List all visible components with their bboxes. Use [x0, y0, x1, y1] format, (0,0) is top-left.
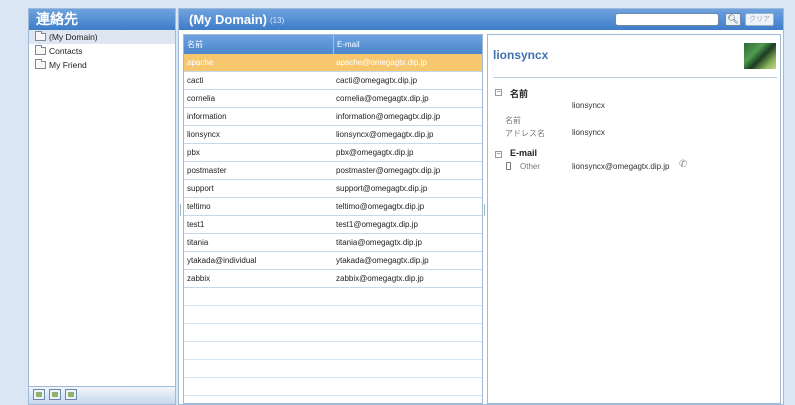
list-header: 名前 E-mail	[184, 35, 482, 54]
search-icon: 🔍︎	[727, 14, 739, 24]
table-row[interactable]: zabbix zabbix@omegagtx.dip.jp	[184, 270, 482, 288]
search-input[interactable]	[615, 13, 719, 26]
table-row[interactable]: pbx pbx@omegagtx.dip.jp	[184, 144, 482, 162]
contact-email-cell: lionsyncx@omegagtx.dip.jp	[336, 130, 434, 139]
table-row[interactable]: cacti cacti@omegagtx.dip.jp	[184, 72, 482, 90]
folder-item-label: Contacts	[49, 46, 83, 56]
table-row[interactable]: postmaster postmaster@omegagtx.dip.jp	[184, 162, 482, 180]
contact-email-cell: ytakada@omegagtx.dip.jp	[336, 256, 429, 265]
contact-detail: lionsyncx − 名前 lionsyncx 名前 アドレス名 lionsy…	[487, 34, 781, 404]
detail-contact-name: lionsyncx	[493, 48, 549, 62]
contact-name-cell: titania	[187, 238, 209, 247]
collapse-name-section-icon[interactable]: −	[495, 89, 502, 96]
contact-name-cell: apache	[187, 58, 214, 67]
right-splitter[interactable]	[483, 34, 486, 404]
table-row[interactable]: lionsyncx lionsyncx@omegagtx.dip.jp	[184, 126, 482, 144]
email-value[interactable]: lionsyncx@omegagtx.dip.jp	[572, 162, 670, 171]
address-name-label: アドレス名	[505, 129, 545, 138]
mobile-icon	[506, 162, 511, 170]
table-row[interactable]: titania titania@omegagtx.dip.jp	[184, 234, 482, 252]
left-splitter[interactable]	[179, 34, 182, 404]
address-name-value: lionsyncx	[572, 128, 605, 137]
contact-name-cell: ytakada@individual	[187, 256, 257, 265]
page-title: (My Domain)	[189, 12, 267, 27]
contact-email-cell: postmaster@omegagtx.dip.jp	[336, 166, 441, 175]
folder-toolbar	[29, 386, 175, 404]
folder-icon	[35, 45, 46, 55]
contact-photo	[744, 43, 776, 69]
email-section-title: E-mail	[510, 148, 538, 158]
table-row[interactable]: apache apache@omegagtx.dip.jp	[184, 54, 482, 72]
folder-item-label: (My Domain)	[49, 32, 98, 42]
search-button[interactable]: 🔍︎	[725, 13, 741, 26]
empty-row	[184, 306, 482, 324]
contact-email-cell: cacti@omegagtx.dip.jp	[336, 76, 418, 85]
contact-email-cell: titania@omegagtx.dip.jp	[336, 238, 422, 247]
contact-name-cell: cornelia	[187, 94, 216, 103]
contact-email-cell: pbx@omegagtx.dip.jp	[336, 148, 414, 157]
empty-row	[184, 360, 482, 378]
contact-email-cell: support@omegagtx.dip.jp	[336, 184, 428, 193]
table-row[interactable]: ytakada@individual ytakada@omegagtx.dip.j…	[184, 252, 482, 270]
contact-name-cell: test1	[187, 220, 205, 229]
table-row[interactable]: cornelia cornelia@omegagtx.dip.jp	[184, 90, 482, 108]
import-icon[interactable]	[65, 389, 77, 400]
contact-email-cell: teltimo@omegagtx.dip.jp	[336, 202, 425, 211]
contact-name-cell: zabbix	[187, 274, 211, 283]
main-header: (My Domain) (13) 🔍︎ クリア	[179, 9, 783, 30]
contacts-main-panel: (My Domain) (13) 🔍︎ クリア 名前 E-mail apache…	[178, 8, 784, 405]
phone-icon[interactable]: ✆	[679, 159, 687, 170]
contact-name-cell: teltimo	[187, 202, 211, 211]
empty-row	[184, 378, 482, 396]
contact-name-cell: lionsyncx	[187, 130, 220, 139]
folder-item-my-domain[interactable]: (My Domain)	[29, 30, 175, 44]
contact-name-cell: cacti	[187, 76, 204, 85]
contact-count: (13)	[270, 16, 285, 25]
folder-item-my-friend[interactable]: My Friend	[29, 58, 175, 72]
contact-email-cell: information@omegagtx.dip.jp	[336, 112, 441, 121]
contact-name-cell: pbx	[187, 148, 200, 157]
name-label: 名前	[505, 116, 521, 125]
folder-panel: 連絡先 (My Domain) Contacts My Friend	[28, 8, 176, 405]
folder-panel-title: 連絡先	[29, 9, 175, 30]
folder-item-contacts[interactable]: Contacts	[29, 44, 175, 58]
contact-email-cell: cornelia@omegagtx.dip.jp	[336, 94, 429, 103]
contact-email-cell: test1@omegagtx.dip.jp	[336, 220, 418, 229]
contact-email-cell: zabbix@omegagtx.dip.jp	[336, 274, 424, 283]
folder-icon	[35, 59, 46, 69]
table-row[interactable]: support support@omegagtx.dip.jp	[184, 180, 482, 198]
column-header-name[interactable]: 名前	[184, 35, 333, 54]
name-section-title: 名前	[510, 89, 529, 99]
contact-rows: apache apache@omegagtx.dip.jp cacti cacti@o…	[184, 54, 482, 396]
clear-button[interactable]: クリア	[745, 13, 774, 26]
folder-item-label: My Friend	[49, 60, 87, 70]
collapse-email-section-icon[interactable]: −	[495, 151, 502, 158]
empty-row	[184, 288, 482, 306]
contact-name-cell: postmaster	[187, 166, 227, 175]
contact-list: 名前 E-mail apache apache@omegagtx.dip.jp ca…	[183, 34, 483, 404]
divider	[493, 77, 777, 78]
table-row[interactable]: test1 test1@omegagtx.dip.jp	[184, 216, 482, 234]
contact-name-cell: information	[187, 112, 227, 121]
contact-name-cell: support	[187, 184, 214, 193]
empty-row	[184, 342, 482, 360]
table-row[interactable]: information information@omegagtx.dip.jp	[184, 108, 482, 126]
column-header-email[interactable]: E-mail	[333, 35, 482, 54]
name-display-value: lionsyncx	[572, 101, 605, 110]
add-contact-icon[interactable]	[49, 389, 61, 400]
folder-icon	[35, 31, 46, 41]
add-folder-icon[interactable]	[33, 389, 45, 400]
table-row[interactable]: teltimo teltimo@omegagtx.dip.jp	[184, 198, 482, 216]
contact-email-cell: apache@omegagtx.dip.jp	[336, 58, 427, 67]
email-type-label: Other	[520, 162, 541, 171]
empty-row	[184, 324, 482, 342]
